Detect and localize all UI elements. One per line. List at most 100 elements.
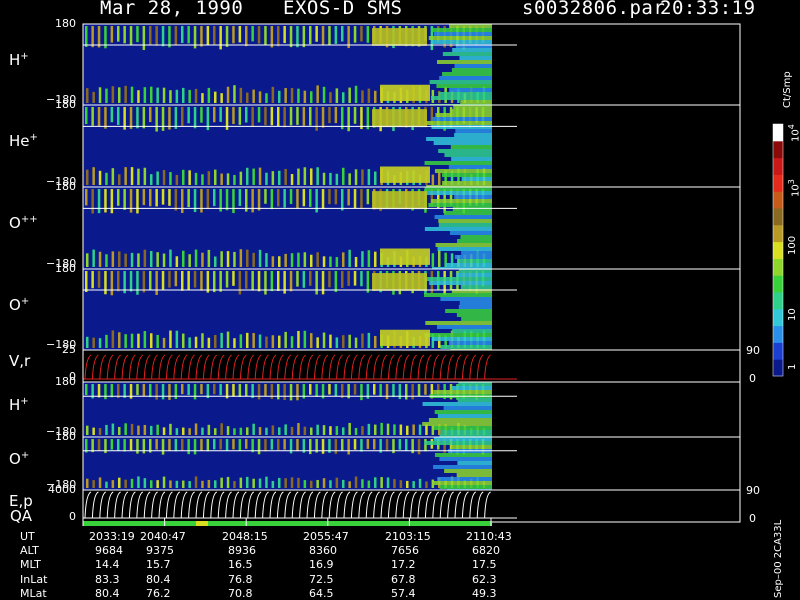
spectrogram-stripe <box>168 384 171 400</box>
spectrogram-stripe <box>137 168 140 185</box>
spectrogram-stripe <box>309 384 312 395</box>
spectrogram-stripe <box>418 424 422 435</box>
colorbar-tick: 104 <box>787 124 800 142</box>
spectrogram-stripe <box>97 384 101 398</box>
spectrogram-stripe <box>347 107 350 132</box>
spectrogram-stripe <box>137 425 140 435</box>
spectrogram-stripe <box>366 271 370 293</box>
spectrogram-stripe <box>264 26 267 45</box>
spectrogram-stripe <box>111 480 115 488</box>
spectrogram-stripe <box>219 271 222 292</box>
spectrogram-stripe <box>149 384 152 398</box>
spectrogram-stripe <box>136 439 139 454</box>
spectrogram-cell <box>428 203 492 207</box>
spectrogram-stripe <box>187 384 190 396</box>
spectrogram-stripe <box>150 425 153 435</box>
spectrogram-stripe <box>188 481 191 488</box>
spectrogram-stripe <box>168 189 171 206</box>
spectrogram-cell <box>425 321 492 325</box>
spectrogram-stripe <box>329 426 332 435</box>
spectrogram-stripe <box>86 425 89 435</box>
spectrogram-cell <box>455 129 492 133</box>
spectrogram-cell <box>450 445 492 449</box>
table-cell: 2040:47 <box>140 530 186 543</box>
spectrogram-plot <box>82 23 784 526</box>
spectrogram-stripe <box>238 26 242 43</box>
colorbar-segment <box>773 241 783 259</box>
spectrogram-stripe <box>328 107 331 124</box>
spectrogram-stripe <box>245 107 248 123</box>
spectrogram-stripe <box>155 189 158 207</box>
spectrogram-stripe <box>310 254 313 267</box>
spectrogram-stripe <box>380 477 383 488</box>
table-cell: 72.5 <box>309 572 334 586</box>
spectrogram-stripe <box>182 87 185 103</box>
spectrogram-stripe <box>155 107 158 132</box>
spectrogram-stripe <box>385 384 389 400</box>
spectrogram-stripe <box>284 253 287 267</box>
spectrogram-stripe <box>91 439 94 453</box>
spectrogram-stripe <box>360 439 363 452</box>
spectrogram-stripe <box>239 249 243 267</box>
table-cell: 14.4 <box>95 558 120 572</box>
spectrogram-stripe <box>225 189 229 211</box>
right-tick-max: 90 <box>746 344 760 357</box>
spectrogram-stripe <box>156 171 159 185</box>
spectrogram-stripe <box>335 477 339 488</box>
spectrogram-stripe <box>296 439 299 452</box>
spectrogram-stripe <box>174 271 178 287</box>
spectrogram-stripe <box>124 334 127 348</box>
spectrogram-stripe <box>92 249 95 267</box>
spectrogram-cell <box>424 441 492 445</box>
spectrogram-cell <box>456 313 492 317</box>
table-cell: 2103:15 <box>385 530 431 543</box>
spectrogram-stripe <box>105 424 108 435</box>
colorbar-segment <box>773 140 783 159</box>
spectrogram-stripe <box>232 439 235 450</box>
spectrogram-stripe <box>161 384 165 400</box>
spectrogram-stripe <box>329 92 332 103</box>
spectrogram-cell <box>434 169 492 173</box>
spectrogram-stripe <box>310 480 313 488</box>
spectrogram-stripe <box>104 271 107 295</box>
spectrogram-stripe <box>316 424 319 435</box>
spectrogram-stripe <box>322 332 326 348</box>
spectrogram-stripe <box>335 88 339 103</box>
spectrogram-cell <box>456 273 492 277</box>
spectrogram-stripe <box>130 423 134 435</box>
spectrogram-stripe <box>265 93 268 103</box>
spectrogram-stripe <box>431 174 435 185</box>
spectrogram-stripe <box>123 439 126 452</box>
spectrogram-stripe <box>392 384 395 398</box>
spectrogram-cell <box>433 465 492 469</box>
spectrogram-stripe <box>162 87 166 103</box>
spectrogram-stripe <box>289 384 293 401</box>
spectrogram-stripe <box>315 107 318 131</box>
spectrogram-stripe <box>379 384 382 397</box>
spectrogram-stripe <box>97 26 101 48</box>
spectrogram-stripe <box>118 426 121 435</box>
spectrogram-stripe <box>188 428 191 435</box>
spectrogram-stripe <box>309 439 312 455</box>
spectrogram-stripe <box>105 334 108 348</box>
spectrogram-stripe <box>98 338 102 348</box>
spectrogram-cell <box>437 477 492 481</box>
spectrogram-stripe <box>289 271 293 292</box>
spectrogram-stripe <box>265 476 268 488</box>
spectrogram-stripe <box>367 88 371 103</box>
spectrogram-stripe <box>399 480 403 488</box>
spectrogram-cell <box>457 259 492 263</box>
spectrogram-cell <box>438 92 492 96</box>
spectrogram-stripe <box>417 439 421 455</box>
spectrogram-cell <box>429 80 492 84</box>
spectrogram-stripe <box>252 423 255 435</box>
spectrogram-cell <box>450 145 492 149</box>
spectrogram-stripe <box>265 172 268 185</box>
spectrogram-stripe <box>297 423 300 435</box>
spectrogram-stripe <box>117 26 120 42</box>
spectrogram-stripe <box>360 384 363 401</box>
spectrogram-stripe <box>220 173 223 185</box>
spectrogram-stripe <box>207 479 211 488</box>
spectrogram-stripe <box>245 26 248 47</box>
spectrogram-stripe <box>187 26 190 44</box>
